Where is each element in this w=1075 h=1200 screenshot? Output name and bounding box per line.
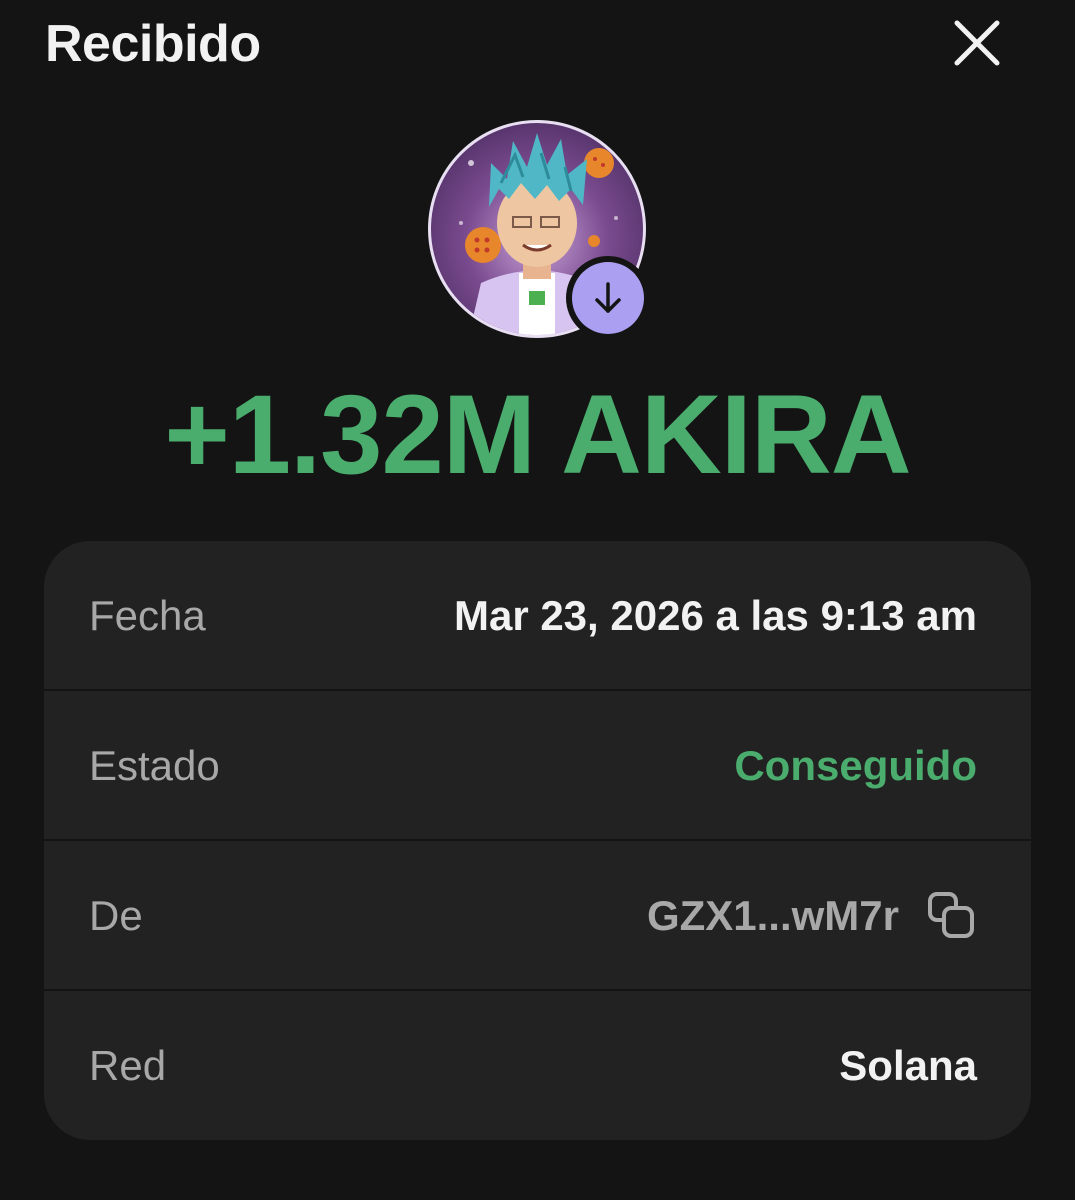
- date-value: Mar 23, 2026 a las 9:13 am: [453, 592, 977, 639]
- arrow-down-icon: [595, 282, 621, 313]
- close-icon: [954, 20, 1000, 66]
- from-row: De GZX1...wM7r: [44, 841, 1031, 989]
- from-address[interactable]: GZX1...wM7r: [647, 891, 899, 941]
- transaction-detail-screen: Recibido +1.32M AKIRA Fecha Mar 23, 2026…: [0, 0, 1075, 1200]
- network-row: Red Solana: [44, 991, 1031, 1139]
- copy-icon: [928, 892, 974, 938]
- date-label: Fecha: [89, 592, 206, 639]
- status-label: Estado: [89, 742, 220, 789]
- received-badge: [566, 256, 650, 340]
- amount-received: +1.32M AKIRA: [164, 372, 911, 497]
- copy-address-button[interactable]: [925, 889, 977, 941]
- status-value: Conseguido: [734, 742, 977, 789]
- date-row: Fecha Mar 23, 2026 a las 9:13 am: [44, 541, 1031, 689]
- transaction-details-card: Fecha Mar 23, 2026 a las 9:13 am Estado …: [44, 541, 1031, 1140]
- from-label: De: [89, 892, 143, 939]
- network-label: Red: [89, 1042, 167, 1089]
- network-value: Solana: [839, 1042, 977, 1089]
- status-row: Estado Conseguido: [44, 691, 1031, 839]
- page-title: Recibido: [45, 15, 261, 73]
- close-button[interactable]: [948, 14, 1006, 72]
